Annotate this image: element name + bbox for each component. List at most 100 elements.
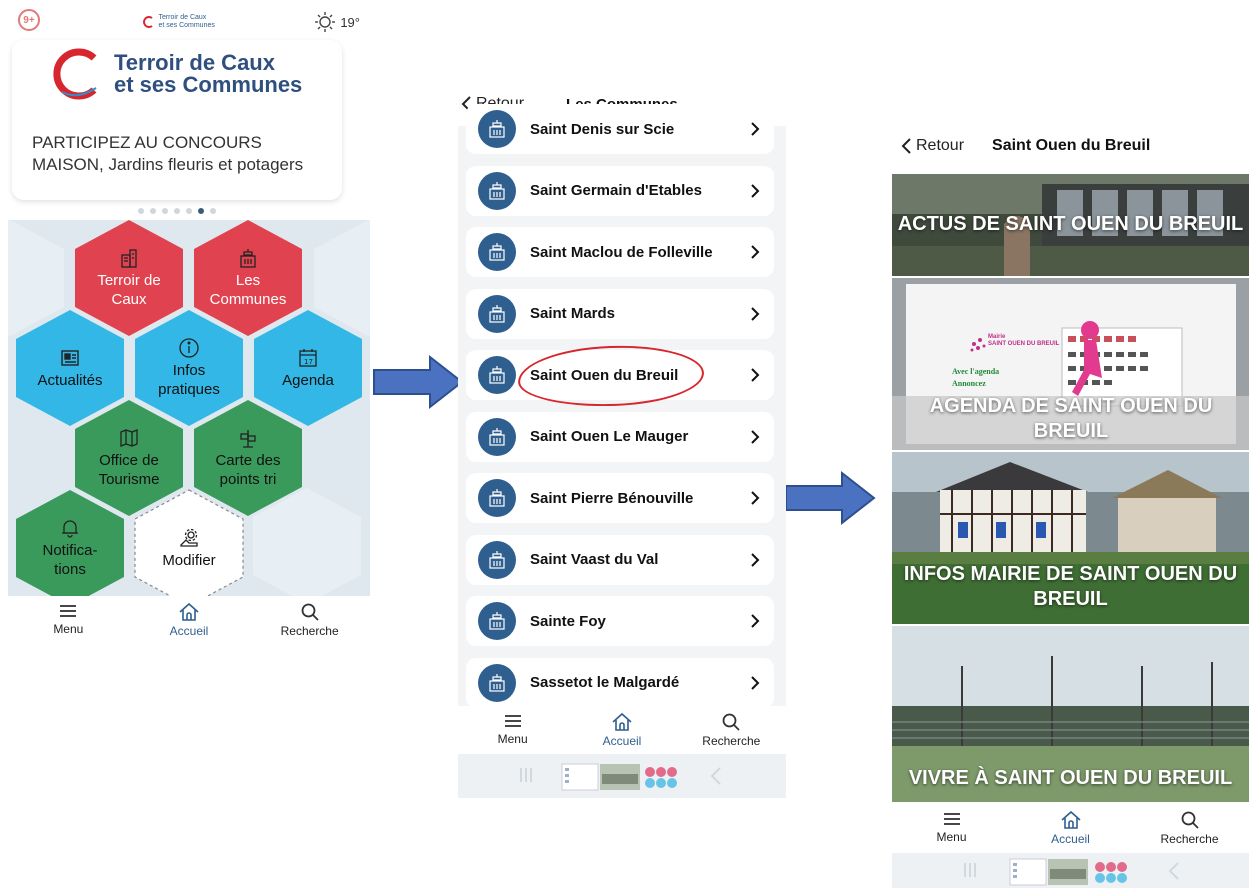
- town-hall-icon: [478, 294, 516, 333]
- bell-icon: [62, 520, 78, 538]
- town-hall-icon: [478, 356, 516, 394]
- commune-row[interactable]: Sassetot le Malgardé: [466, 657, 774, 708]
- notification-count: 9+: [18, 9, 40, 31]
- sun-icon: [315, 12, 336, 32]
- flyer-org-line1: Mairie: [988, 334, 1006, 340]
- tile-tourisme-label: Office de Tourisme: [98, 452, 160, 488]
- commune-row[interactable]: Saint Vaast du Val: [466, 534, 774, 585]
- home-icon: [179, 602, 199, 621]
- notification-badge[interactable]: 9+: [18, 9, 44, 35]
- commune-row[interactable]: Saint Maclou de Folleville: [466, 227, 774, 277]
- tile-infos[interactable]: INFOS MAIRIE DE SAINT OUEN DU BREUIL: [892, 452, 1249, 624]
- tile-notifications-label: Notifica-tions: [42, 542, 98, 578]
- tab-home[interactable]: Accueil: [577, 712, 667, 748]
- map-icon: [120, 429, 138, 447]
- commune-row[interactable]: Saint Germain d'Etables: [466, 165, 774, 216]
- carousel-dot[interactable]: [198, 208, 204, 214]
- chevron-left-icon: [901, 138, 911, 154]
- commune-name: Saint Denis sur Scie: [530, 120, 675, 138]
- brand-line2: et ses Communes: [114, 72, 303, 97]
- app-switcher-thumbnails: [520, 763, 721, 791]
- tab-search[interactable]: Recherche: [1145, 810, 1235, 846]
- header-logo-line2: et ses Communes: [158, 22, 215, 29]
- commune-name: Saint Vaast du Val: [530, 551, 659, 568]
- commune-name: Saint Mards: [530, 305, 616, 322]
- flyer-text2: Annoncez: [952, 379, 986, 388]
- commune-row[interactable]: Sainte Foy: [466, 596, 774, 646]
- tab-home[interactable]: Accueil: [144, 602, 234, 638]
- communes-screen: Retour Les Communes Saint Denis sur Scie…: [458, 82, 786, 798]
- tab-home-label: Accueil: [602, 734, 642, 748]
- tab-menu[interactable]: Menu: [907, 810, 997, 844]
- home-screen: 9+ Terroir de Caux et ses Communes 19° T…: [8, 0, 370, 655]
- tile-infos[interactable]: Infos pratiques: [135, 310, 243, 426]
- info-icon: [179, 338, 199, 358]
- carousel-dot[interactable]: [210, 208, 216, 214]
- tab-search[interactable]: Recherche: [686, 712, 776, 748]
- temperature: 19°: [340, 14, 360, 30]
- app-switcher-bar: [892, 853, 1249, 888]
- sign-icon: [240, 430, 256, 448]
- tile-agenda-label: AGENDA DE SAINT OUEN DU BREUIL: [929, 395, 1213, 442]
- newspaper-icon: [61, 349, 79, 366]
- flow-arrow-1: [373, 354, 464, 410]
- tab-menu[interactable]: Menu: [468, 712, 558, 746]
- tile-vivre[interactable]: VIVRE À SAINT OUEN DU BREUIL: [892, 626, 1249, 802]
- tile-actualites-label: Actualités: [37, 371, 103, 389]
- carousel-dot[interactable]: [174, 208, 180, 214]
- tile-infos-label: Infos pratiques: [158, 362, 220, 398]
- svg-text:17: 17: [304, 358, 313, 366]
- chevron-right-icon: [751, 245, 760, 259]
- town-hall-icon: [478, 417, 516, 456]
- commune-name: Saint Maclou de Folleville: [530, 243, 713, 261]
- tab-home[interactable]: Accueil: [1026, 810, 1116, 846]
- tab-menu[interactable]: Menu: [23, 602, 113, 636]
- carousel-dot[interactable]: [186, 208, 192, 214]
- commune-row[interactable]: Saint Mards: [466, 288, 774, 339]
- chevron-right-icon: [751, 614, 760, 628]
- tab-bar: Menu Accueil Recherche: [892, 804, 1249, 853]
- tab-search-label: Recherche: [702, 734, 761, 748]
- search-icon: [1181, 811, 1199, 829]
- tile-communes-label: Les Communes: [209, 272, 287, 308]
- carousel-dot[interactable]: [138, 208, 144, 214]
- town-hall-icon: [478, 602, 516, 640]
- tile-agenda[interactable]: Mairie SAINT OUEN DU BREUIL Avec l'agend…: [892, 278, 1249, 450]
- back-button[interactable]: Retour: [900, 137, 964, 155]
- tile-actus[interactable]: ACTUS DE SAINT OUEN DU BREUIL: [892, 174, 1249, 276]
- commune-row[interactable]: Saint Denis sur Scie: [466, 104, 774, 154]
- page-title: Saint Ouen du Breuil: [992, 137, 1151, 154]
- tab-home-label: Accueil: [1051, 832, 1090, 846]
- town-hall-icon: [478, 171, 516, 210]
- nav-bar: Retour Saint Ouen du Breuil: [892, 118, 1249, 174]
- tab-home-label: Accueil: [169, 624, 209, 638]
- commune-detail-screen: Retour Saint Ouen du Breuil ACTUS DE SAI…: [892, 118, 1249, 888]
- tab-bar: Menu Accueil Recherche: [458, 706, 786, 754]
- tile-agenda[interactable]: 17 Agenda: [254, 310, 362, 426]
- tile-notifications[interactable]: Notifica-tions: [16, 490, 124, 606]
- app-switcher-thumbnails: [964, 858, 1179, 886]
- chevron-right-icon: [751, 306, 760, 321]
- carousel-dots[interactable]: [138, 208, 216, 214]
- tile-actualites[interactable]: Actualités: [16, 310, 124, 426]
- commune-name: Saint Germain d'Etables: [530, 182, 702, 199]
- chevron-right-icon: [751, 675, 760, 690]
- hamburger-icon: [504, 715, 521, 727]
- commune-row[interactable]: Saint Ouen Le Mauger: [466, 411, 774, 462]
- commune-row[interactable]: Saint Pierre Bénouville: [466, 473, 774, 523]
- home-icon: [612, 712, 632, 731]
- chevron-right-icon: [751, 368, 760, 382]
- flyer-text: Avec l'agenda Annoncez: [952, 366, 999, 390]
- news-carousel-card[interactable]: Terroir de Caux et ses Communes PARTICIP…: [12, 40, 342, 200]
- tile-terroir[interactable]: Terroir de Caux: [75, 220, 183, 336]
- tab-search-label: Recherche: [1160, 832, 1219, 846]
- town-hall-icon: [478, 663, 516, 702]
- tab-search[interactable]: Recherche: [265, 602, 355, 638]
- carousel-dot[interactable]: [162, 208, 168, 214]
- flyer-text1: Avec l'agenda: [952, 367, 1000, 376]
- carousel-dot[interactable]: [150, 208, 156, 214]
- town-hall-icon: [478, 233, 516, 271]
- chevron-right-icon: [751, 552, 760, 567]
- news-headline: PARTICIPEZ AU CONCOURS MAISON, Jardins f…: [32, 133, 304, 174]
- tile-communes[interactable]: Les Communes: [194, 220, 302, 336]
